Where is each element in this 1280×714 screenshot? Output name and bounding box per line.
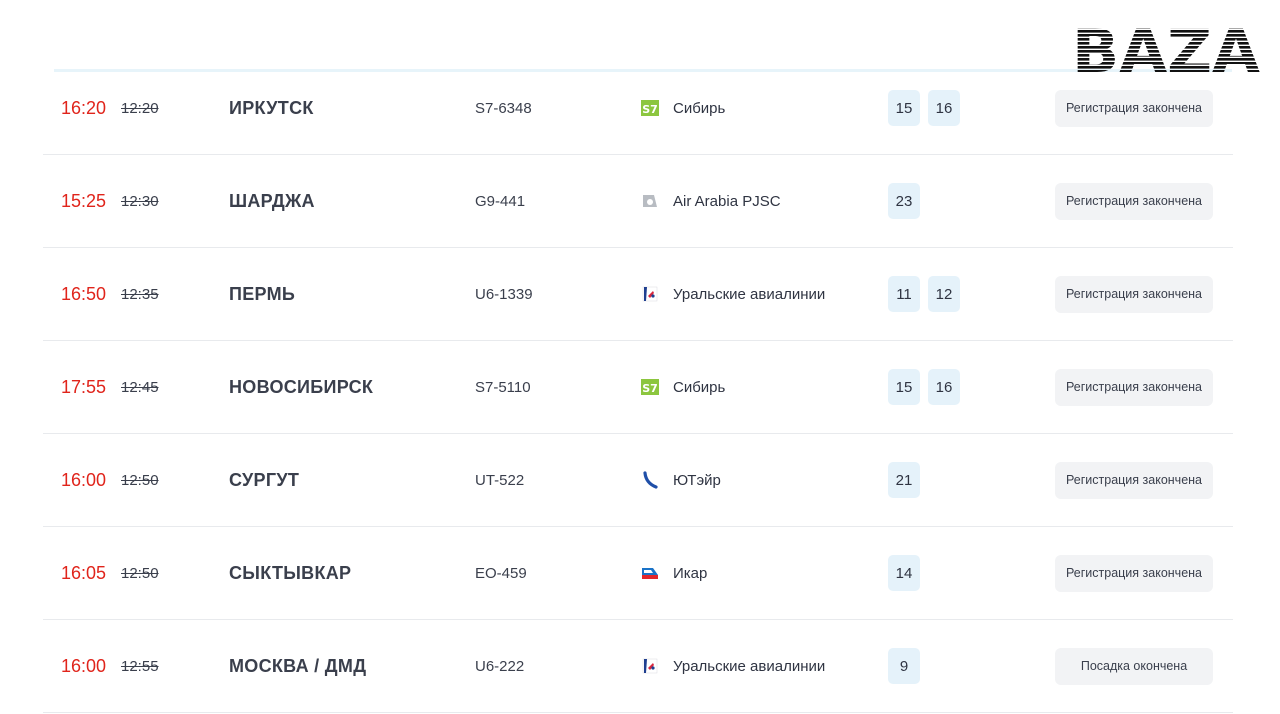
destination-city: СУРГУТ [229,469,300,490]
status-badge: Регистрация закончена [1055,182,1213,220]
scheduled-departure-time: 12:50 [121,471,159,489]
gate-chip: 16 [928,90,960,126]
flight-number: S7-5110 [475,378,531,396]
airline-name: ЮТэйр [673,471,721,489]
status-cell: Регистрация закончена [1055,434,1213,526]
status-cell: Регистрация закончена [1055,155,1213,247]
flight-number: UT-522 [475,471,525,489]
scheduled-departure-time: 12:45 [121,378,159,396]
new-departure-time: 15:25 [61,190,107,211]
gate-chip: 12 [928,276,960,312]
flight-row[interactable]: 16:05 12:50 СЫКТЫВКАР EO-459 Икар 14 Рег… [43,527,1233,620]
gate-chip: 21 [888,462,920,498]
airline-name: Air Arabia PJSC [673,192,781,210]
status-badge: Регистрация закончена [1055,89,1213,127]
airline-name: Сибирь [673,99,726,117]
airline-name: Уральские авиалинии [673,285,826,303]
airline: Икар [641,527,707,619]
destination-city: ШАРДЖА [229,190,315,211]
status-badge: Регистрация закончена [1055,368,1213,406]
svg-text:S7: S7 [642,382,658,395]
flight-number: U6-1339 [475,285,533,303]
new-departure-time: 16:50 [61,283,107,304]
status-cell: Регистрация закончена [1055,248,1213,340]
ikar-logo-icon [641,564,659,582]
ural-airlines-logo-icon [641,657,659,675]
gates: 9 [888,620,920,712]
destination-city: ИРКУТСК [229,97,314,118]
airline: Уральские авиалинии [641,620,825,712]
flight-number: U6-222 [475,657,525,675]
status-badge: Посадка окончена [1055,647,1213,685]
new-departure-time: 16:20 [61,97,107,118]
status-badge: Регистрация закончена [1055,554,1213,592]
flight-row[interactable]: 15:25 12:30 ШАРДЖА G9-441 Air Arabia PJS… [43,155,1233,248]
airline: S7 Сибирь [641,341,725,433]
flight-row[interactable]: 16:20 12:20 ИРКУТСК S7-6348 S7 Сибирь 15… [43,62,1233,155]
status-badge: Регистрация закончена [1055,461,1213,499]
new-departure-time: 16:00 [61,469,107,490]
gates: 23 [888,155,920,247]
flight-number: G9-441 [475,192,526,210]
departures-board: 16:20 12:20 ИРКУТСК S7-6348 S7 Сибирь 15… [43,62,1233,713]
s7-logo-icon: S7 [641,99,659,117]
flight-number: EO-459 [475,564,527,582]
airline: Уральские авиалинии [641,248,825,340]
airline: ЮТэйр [641,434,721,526]
gate-chip: 14 [888,555,920,591]
flight-row[interactable]: 16:00 12:50 СУРГУТ UT-522 ЮТэйр 21 Регис… [43,434,1233,527]
gate-chip: 16 [928,369,960,405]
airline-name: Сибирь [673,378,726,396]
ural-airlines-logo-icon [641,285,659,303]
s7-logo-icon: S7 [641,378,659,396]
gate-chip: 15 [888,369,920,405]
airline-name: Уральские авиалинии [673,657,826,675]
status-cell: Посадка окончена [1055,620,1213,712]
new-departure-time: 17:55 [61,376,107,397]
flight-number: S7-6348 [475,99,532,117]
gates: 14 [888,527,920,619]
scheduled-departure-time: 12:20 [121,99,159,117]
destination-city: НОВОСИБИРСК [229,376,374,397]
destination-city: СЫКТЫВКАР [229,562,352,583]
airline: Air Arabia PJSC [641,155,781,247]
gates: 15 16 [888,62,960,154]
gates: 11 12 [888,248,960,340]
svg-text:S7: S7 [642,103,658,116]
gate-chip: 23 [888,183,920,219]
status-cell: Регистрация закончена [1055,527,1213,619]
scheduled-departure-time: 12:30 [121,192,159,210]
flight-row[interactable]: 16:50 12:35 ПЕРМЬ U6-1339 Уральские авиа… [43,248,1233,341]
scheduled-departure-time: 12:55 [121,657,159,675]
status-badge: Регистрация закончена [1055,275,1213,313]
air-arabia-logo-icon [641,192,659,210]
gate-chip: 9 [888,648,920,684]
utair-logo-icon [641,471,659,489]
gates: 15 16 [888,341,960,433]
flight-row[interactable]: 17:55 12:45 НОВОСИБИРСК S7-5110 S7 Сибир… [43,341,1233,434]
destination-city: ПЕРМЬ [229,283,296,304]
flight-row[interactable]: 16:00 12:55 МОСКВА / ДМД U6-222 Уральски… [43,620,1233,713]
airline: S7 Сибирь [641,62,725,154]
new-departure-time: 16:00 [61,655,107,676]
scheduled-departure-time: 12:35 [121,285,159,303]
status-cell: Регистрация закончена [1055,341,1213,433]
status-cell: Регистрация закончена [1055,62,1213,154]
gates: 21 [888,434,920,526]
gate-chip: 15 [888,90,920,126]
scheduled-departure-time: 12:50 [121,564,159,582]
gate-chip: 11 [888,276,920,312]
airline-name: Икар [673,564,708,582]
new-departure-time: 16:05 [61,562,107,583]
destination-city: МОСКВА / ДМД [229,655,367,676]
